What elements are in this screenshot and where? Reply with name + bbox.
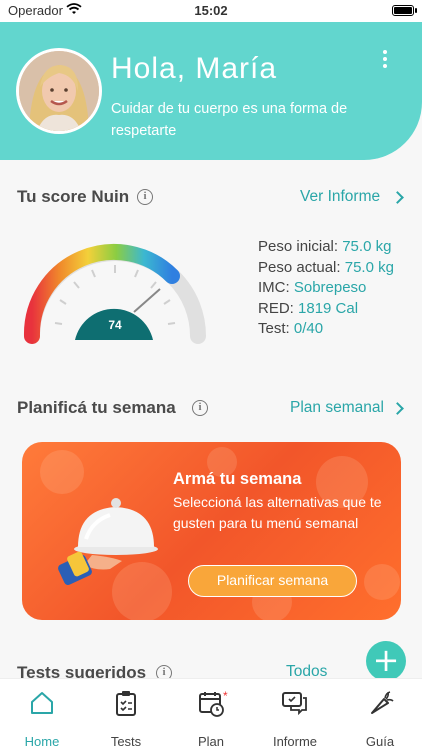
calendar-icon [199, 692, 224, 717]
more-options-icon[interactable] [376, 48, 394, 70]
clock: 15:02 [194, 3, 228, 18]
add-button[interactable]: + [366, 641, 406, 681]
clipboard-icon [116, 691, 136, 716]
score-title: Tu score Nuin [17, 187, 130, 206]
card-title: Armá tu semana [173, 470, 302, 488]
greeting-subtitle: Cuidar de tu cuerpo es una forma de resp… [111, 101, 348, 139]
tab-home[interactable]: Home [0, 679, 84, 750]
stat-bmi: IMC: Sobrepeso [258, 279, 367, 296]
profile-header: Hola, María Cuidar de tu cuerpo es una f… [0, 22, 422, 160]
status-bar: Operador 15:02 [0, 0, 422, 22]
chevron-right-icon[interactable] [391, 191, 404, 204]
tab-tests[interactable]: Tests [84, 679, 168, 750]
greeting: Hola, María [111, 52, 278, 85]
card-description: Seleccioná las alternativas que te guste… [173, 494, 382, 531]
tab-informe[interactable]: Informe [253, 679, 337, 750]
avatar[interactable] [16, 48, 102, 134]
chevron-right-icon[interactable] [391, 402, 404, 415]
home-icon [31, 692, 53, 714]
tab-bar: Home Tests * Plan Informe Guía [0, 678, 422, 750]
plan-week-card[interactable]: Armá tu semana Seleccioná las alternativ… [22, 442, 401, 620]
avatar-photo [19, 51, 99, 131]
battery-icon [392, 5, 414, 16]
plan-week-button[interactable]: Planificar semana [188, 565, 357, 597]
tab-guia[interactable]: Guía [338, 679, 422, 750]
score-value: 74 [108, 318, 122, 332]
stat-red: RED: 1819 Cal [258, 299, 359, 317]
carrot-icon [371, 691, 394, 714]
tab-plan[interactable]: * Plan [169, 679, 253, 750]
cloche-icon [58, 498, 158, 585]
stats-list: Peso inicial: 75.0 kg Peso actual: 75.0 … [258, 237, 394, 340]
stat-current-weight: Peso actual: 75.0 kg [258, 258, 394, 276]
view-report-link[interactable]: Ver Informe [300, 188, 380, 206]
plan-badge-icon: * [223, 689, 228, 703]
weekly-plan-link[interactable]: Plan semanal [290, 399, 384, 417]
score-info-icon[interactable]: i [137, 189, 153, 205]
stat-test: Test: 0/40 [258, 320, 324, 337]
plan-info-icon[interactable]: i [192, 400, 208, 416]
plan-title: Planificá tu semana [17, 398, 176, 417]
chat-icon [282, 692, 307, 716]
stat-initial-weight: Peso inicial: 75.0 kg [258, 238, 392, 255]
